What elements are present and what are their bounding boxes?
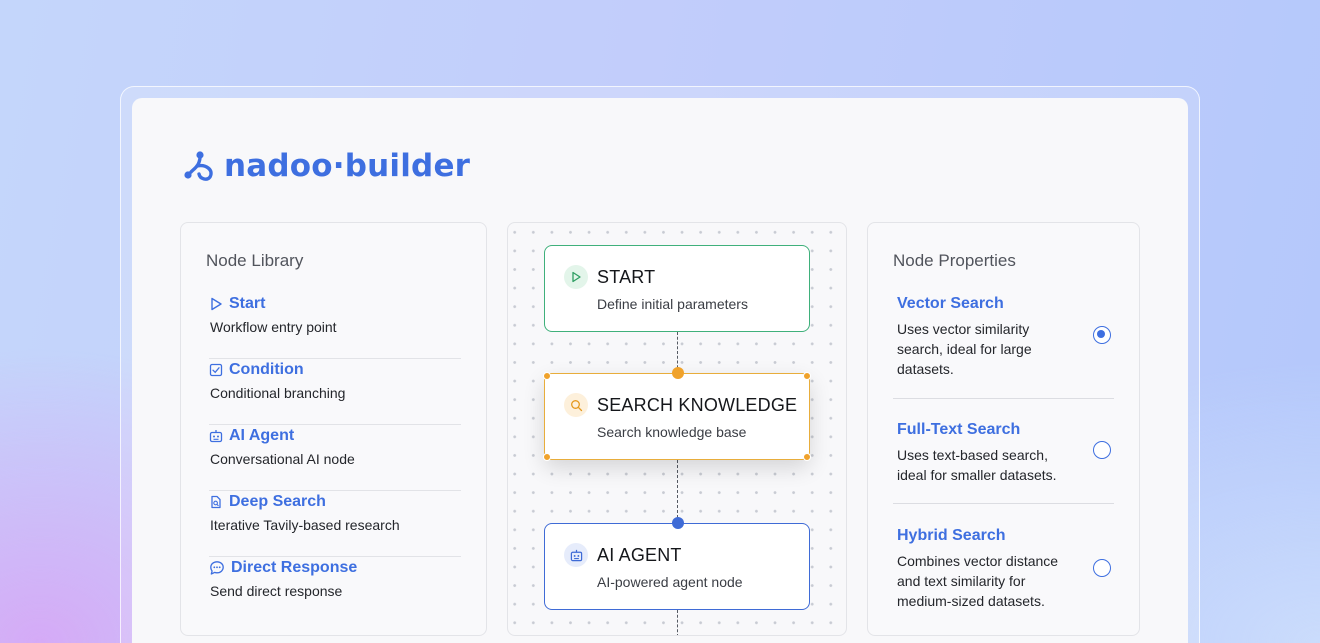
library-item-desc: Conditional branching (210, 385, 346, 401)
radio-full-text-search[interactable] (1093, 441, 1111, 459)
node-title: AI AGENT (597, 545, 682, 565)
search-icon (570, 399, 582, 411)
play-icon (572, 271, 581, 283)
node-ai-agent[interactable]: AI AGENT AI-powered agent node (544, 523, 810, 610)
document-search-icon (211, 495, 221, 509)
library-item-condition[interactable]: Condition Conditional branching (209, 359, 461, 425)
resize-handle-bottom-left[interactable] (543, 453, 551, 461)
node-desc: Search knowledge base (597, 424, 747, 440)
agent-input-handle[interactable] (672, 517, 684, 529)
radio-hybrid-search[interactable] (1093, 559, 1111, 577)
library-item-name: Direct Response (231, 559, 358, 576)
library-item-desc: Conversational AI node (210, 451, 355, 467)
robot-icon (209, 430, 223, 443)
resize-handle-bottom-right[interactable] (803, 453, 811, 461)
library-item-name: Condition (229, 361, 304, 378)
brand-logo: nadoo·builder (182, 148, 470, 184)
library-item-name: AI Agent (229, 427, 295, 444)
edge-agent-next (677, 610, 678, 635)
chat-bubble-icon (210, 561, 224, 575)
library-item-ai-agent[interactable]: AI Agent Conversational AI node (209, 425, 461, 491)
checkbox-icon (209, 363, 223, 377)
option-hybrid-search[interactable]: Hybrid Search Combines vector distance a… (893, 527, 1114, 623)
node-icon-badge (564, 265, 588, 289)
workflow-canvas[interactable]: START Define initial parameters SEARCH K… (507, 222, 847, 636)
logo-mark-icon (184, 151, 213, 181)
option-desc: Uses vector similarity search, ideal for… (897, 321, 1032, 377)
option-full-text-search[interactable]: Full-Text Search Uses text-based search,… (893, 421, 1114, 504)
option-name: Hybrid Search (897, 527, 1006, 544)
option-desc: Combines vector distance and text simila… (897, 553, 1059, 609)
search-input-handle[interactable] (672, 367, 684, 379)
library-item-direct-response[interactable]: Direct Response Send direct response (209, 557, 461, 623)
option-name: Full-Text Search (897, 421, 1021, 438)
node-title: SEARCH KNOWLEDGE (597, 395, 798, 415)
node-icon-badge (564, 543, 588, 567)
node-title: START (597, 267, 656, 287)
node-properties-title: Node Properties (893, 251, 1016, 270)
radio-vector-search[interactable] (1093, 326, 1111, 344)
node-start[interactable]: START Define initial parameters (544, 245, 810, 332)
library-item-name: Start (229, 295, 266, 312)
play-icon (211, 297, 222, 311)
library-item-desc: Send direct response (210, 583, 343, 599)
brand-name: nadoo·builder (224, 148, 471, 184)
node-library-title: Node Library (206, 251, 304, 270)
node-library-panel: Node Library Start Workflow entry point … (180, 222, 487, 636)
library-item-name: Deep Search (229, 493, 326, 510)
node-desc: Define initial parameters (597, 296, 748, 312)
node-icon-badge (564, 393, 588, 417)
library-item-start[interactable]: Start Workflow entry point (209, 293, 461, 359)
node-properties-panel: Node Properties Vector Search Uses vecto… (867, 222, 1140, 636)
edge-search-agent (677, 460, 678, 523)
library-item-deep-search[interactable]: Deep Search Iterative Tavily-based resea… (209, 491, 461, 557)
node-desc: AI-powered agent node (597, 574, 743, 590)
option-name: Vector Search (897, 295, 1004, 312)
option-vector-search[interactable]: Vector Search Uses vector similarity sea… (893, 295, 1114, 399)
resize-handle-top-left[interactable] (543, 372, 551, 380)
library-item-desc: Workflow entry point (210, 319, 337, 335)
robot-icon (570, 549, 582, 561)
node-search-knowledge[interactable]: SEARCH KNOWLEDGE Search knowledge base (544, 373, 810, 460)
option-desc: Uses text-based search, ideal for smalle… (897, 447, 1057, 483)
library-item-desc: Iterative Tavily-based research (210, 517, 400, 533)
resize-handle-top-right[interactable] (803, 372, 811, 380)
